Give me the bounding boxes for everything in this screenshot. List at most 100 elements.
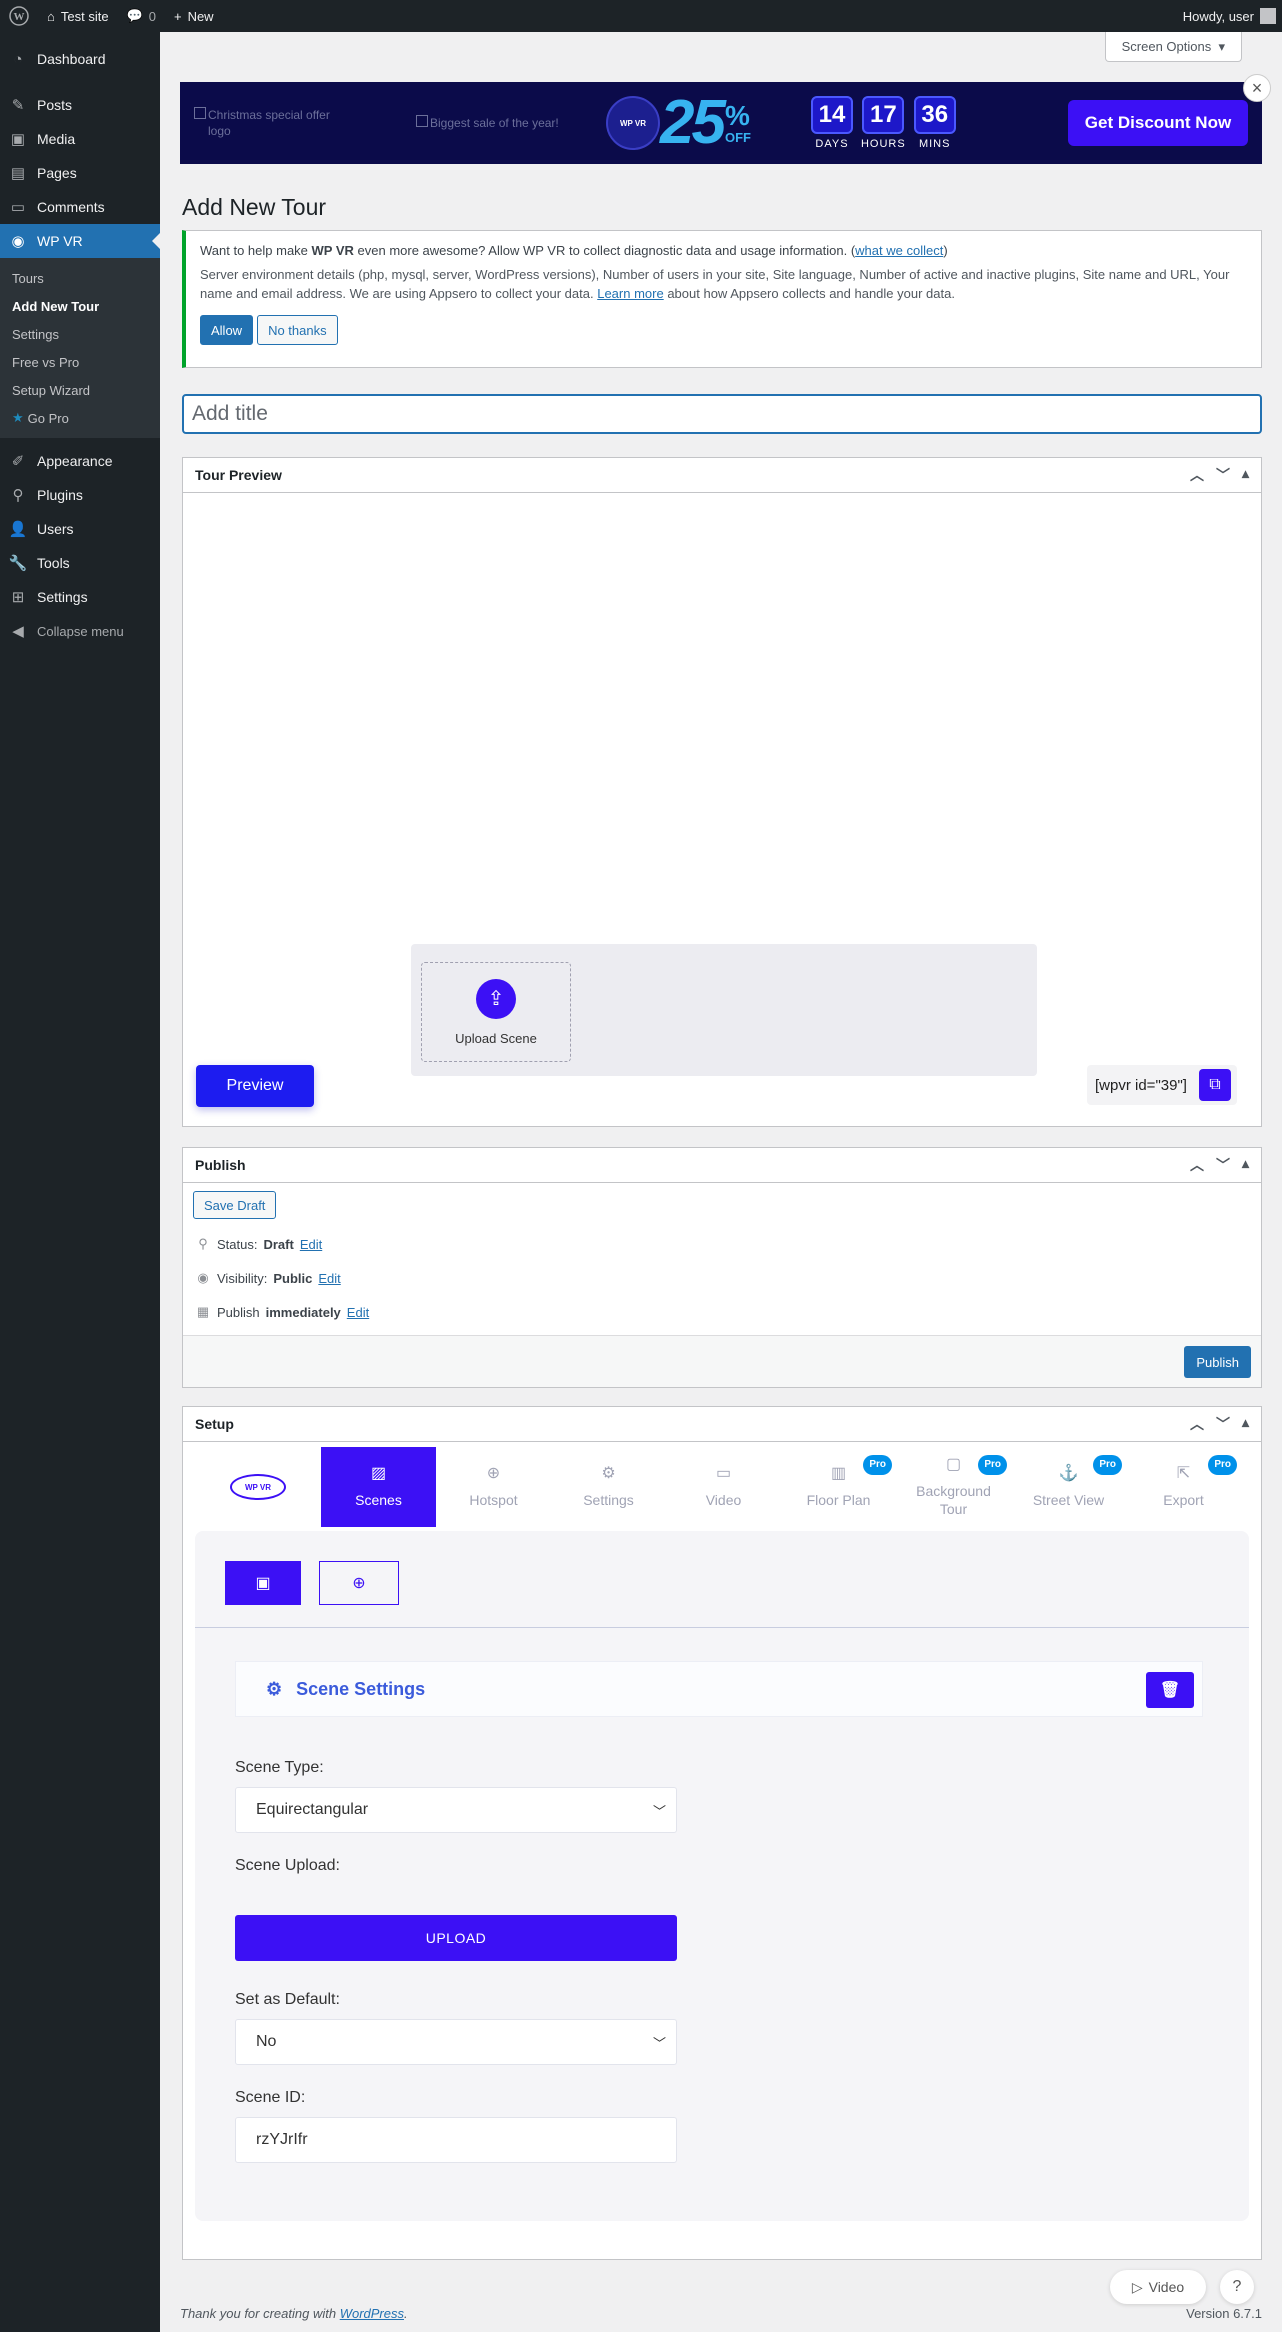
scene-type-value: Equirectangular — [256, 1801, 369, 1818]
title-input[interactable] — [182, 394, 1262, 434]
submenu-item-go-pro[interactable]: ★ Go Pro — [0, 404, 160, 432]
tab-export[interactable]: Pro ⇱ Export — [1126, 1447, 1241, 1527]
edit-status-link[interactable]: Edit — [300, 1237, 322, 1252]
sidebar-item-users[interactable]: 👤 Users — [0, 512, 160, 546]
tab-scenes[interactable]: ▨ Scenes — [321, 1447, 436, 1527]
scene-tab-1[interactable]: ▣ — [225, 1561, 301, 1605]
pin-icon: ✎ — [11, 97, 25, 114]
submenu-item-tours[interactable]: Tours — [0, 264, 160, 292]
submenu-item-add-new-tour[interactable]: Add New Tour — [0, 292, 160, 320]
upload-button[interactable]: UPLOAD — [235, 1915, 677, 1961]
chevron-down-icon[interactable]: ﹀ — [1216, 465, 1230, 485]
set-default-select[interactable]: No ﹀ — [235, 2019, 677, 2065]
video-button[interactable]: ▷ Video — [1110, 2270, 1206, 2304]
learn-more-link[interactable]: Learn more — [597, 286, 663, 301]
sidebar-item-label: Comments — [37, 199, 105, 215]
collapse-menu-button[interactable]: ◀ Collapse menu — [0, 614, 160, 648]
sidebar-item-appearance[interactable]: ✐ Appearance — [0, 444, 160, 478]
upload-scene-button[interactable]: ⇪ Upload Scene — [421, 962, 571, 1062]
wpvr-logo: WP VR — [195, 1447, 321, 1527]
scene-type-select[interactable]: Equirectangular ﹀ — [235, 1787, 677, 1833]
caret-up-icon[interactable]: ▴ — [1242, 465, 1249, 485]
new-content-link[interactable]: + New — [165, 0, 223, 32]
tab-settings[interactable]: ⚙ Settings — [551, 1447, 666, 1527]
tab-background-tour[interactable]: Pro ▢ Background Tour — [896, 1447, 1011, 1527]
publish-button[interactable]: Publish — [1184, 1346, 1251, 1378]
caret-up-icon[interactable]: ▴ — [1242, 1414, 1249, 1434]
broken-image-icon — [416, 115, 428, 127]
chevron-up-icon[interactable]: ︿ — [1190, 465, 1204, 485]
off-text: OFF — [724, 129, 751, 145]
tab-label: Settings — [583, 1492, 634, 1508]
sidebar-item-dashboard[interactable]: ◔ Dashboard — [0, 42, 160, 76]
site-name-label: Test site — [60, 8, 109, 24]
scene-id-input[interactable]: rzYJrIfr — [235, 2117, 677, 2163]
schedule-row: ▦ Publish immediately Edit — [183, 1295, 1261, 1329]
tab-hotspot[interactable]: ⊕ Hotspot — [436, 1447, 551, 1527]
what-we-collect-link[interactable]: what we collect — [855, 243, 943, 258]
sidebar-item-posts[interactable]: ✎ Posts — [0, 88, 160, 122]
close-icon[interactable]: × — [1243, 74, 1271, 102]
christmas-logo-image: Christmas special offer logo — [194, 107, 344, 139]
calendar-icon: ▦ — [196, 1304, 210, 1319]
sidebar-item-pages[interactable]: ▤ Pages — [0, 156, 160, 190]
sidebar-item-tools[interactable]: 🔧 Tools — [0, 546, 160, 580]
comment-icon: 💬 — [126, 8, 143, 23]
help-button[interactable]: ? — [1220, 2270, 1254, 2304]
submenu-item-setup-wizard[interactable]: Setup Wizard — [0, 376, 160, 404]
submenu-item-free-vs-pro[interactable]: Free vs Pro — [0, 348, 160, 376]
screen-options-button[interactable]: Screen Options ▾ — [1104, 32, 1242, 62]
site-name-link[interactable]: ⌂ Test site — [38, 0, 118, 32]
save-draft-button[interactable]: Save Draft — [193, 1191, 277, 1219]
chevron-down-icon[interactable]: ﹀ — [1216, 1414, 1230, 1434]
delete-scene-button[interactable]: 🗑 — [1146, 1672, 1194, 1708]
countdown-timer: 14 DAYS 17 HOURS 36 MINS — [810, 96, 956, 150]
logo-text: WP VR — [619, 118, 647, 128]
set-default-label: Set as Default: — [235, 1991, 340, 2008]
postbox-controls: ︿ ﹀ ▴ — [1190, 1414, 1249, 1434]
sidebar-item-label: Tools — [37, 555, 70, 571]
no-thanks-button[interactable]: No thanks — [257, 315, 338, 345]
chevron-down-icon[interactable]: ﹀ — [1216, 1155, 1230, 1175]
comments-link[interactable]: 💬 0 — [118, 0, 165, 32]
comments-count: 0 — [148, 8, 156, 24]
get-discount-button[interactable]: Get Discount Now — [1068, 100, 1248, 146]
footer-text: . — [404, 2306, 408, 2321]
my-account-link[interactable]: Howdy, user — [1174, 0, 1282, 32]
publish-actions-top: Save Draft — [183, 1183, 1261, 1227]
sidebar-item-label: Users — [37, 521, 74, 537]
edit-schedule-link[interactable]: Edit — [347, 1305, 369, 1320]
sidebar-item-settings[interactable]: ⊞ Settings — [0, 580, 160, 614]
sidebar-item-media[interactable]: ▣ Media — [0, 122, 160, 156]
logo-text: WP VR — [230, 1474, 286, 1500]
sidebar-item-plugins[interactable]: ⚲ Plugins — [0, 478, 160, 512]
wordpress-logo-icon[interactable]: W — [0, 0, 38, 32]
tracking-notice: Want to help make WP VR even more awesom… — [182, 230, 1262, 368]
tab-video[interactable]: ▭ Video — [666, 1447, 781, 1527]
allow-button[interactable]: Allow — [200, 315, 254, 345]
tab-floor-plan[interactable]: Pro ▥ Floor Plan — [781, 1447, 896, 1527]
preview-button[interactable]: Preview — [196, 1065, 314, 1107]
submenu-item-settings[interactable]: Settings — [0, 320, 160, 348]
postbox-controls: ︿ ﹀ ▴ — [1190, 1155, 1249, 1175]
tab-label: Scenes — [355, 1492, 402, 1508]
caret-up-icon[interactable]: ▴ — [1242, 1155, 1249, 1175]
brush-icon: ✐ — [11, 453, 25, 470]
avatar — [1260, 8, 1276, 24]
wordpress-link[interactable]: WordPress — [340, 2306, 404, 2321]
timer-value: 17 — [862, 96, 905, 134]
chevron-up-icon[interactable]: ︿ — [1190, 1414, 1204, 1434]
dashboard-icon: ◔ — [13, 50, 23, 68]
tab-street-view[interactable]: Pro ⚓ Street View — [1011, 1447, 1126, 1527]
copy-icon[interactable]: ⧉ — [1199, 1069, 1231, 1101]
alt-text: Biggest sale of the year! — [430, 116, 559, 130]
crosshair-icon: ⊕ — [486, 1465, 501, 1482]
tab-label: Export — [1163, 1492, 1204, 1508]
scene-id-value: rzYJrIfr — [256, 2131, 308, 2148]
chevron-up-icon[interactable]: ︿ — [1190, 1155, 1204, 1175]
admin-sidebar: ◔ Dashboard ✎ Posts ▣ Media ▤ Pages ▭ Comment… — [0, 32, 160, 2332]
sidebar-item-comments[interactable]: ▭ Comments — [0, 190, 160, 224]
sidebar-item-wpvr[interactable]: ◉ WP VR — [0, 224, 160, 258]
add-scene-button[interactable]: ⊕ — [319, 1561, 399, 1605]
edit-visibility-link[interactable]: Edit — [318, 1271, 340, 1286]
